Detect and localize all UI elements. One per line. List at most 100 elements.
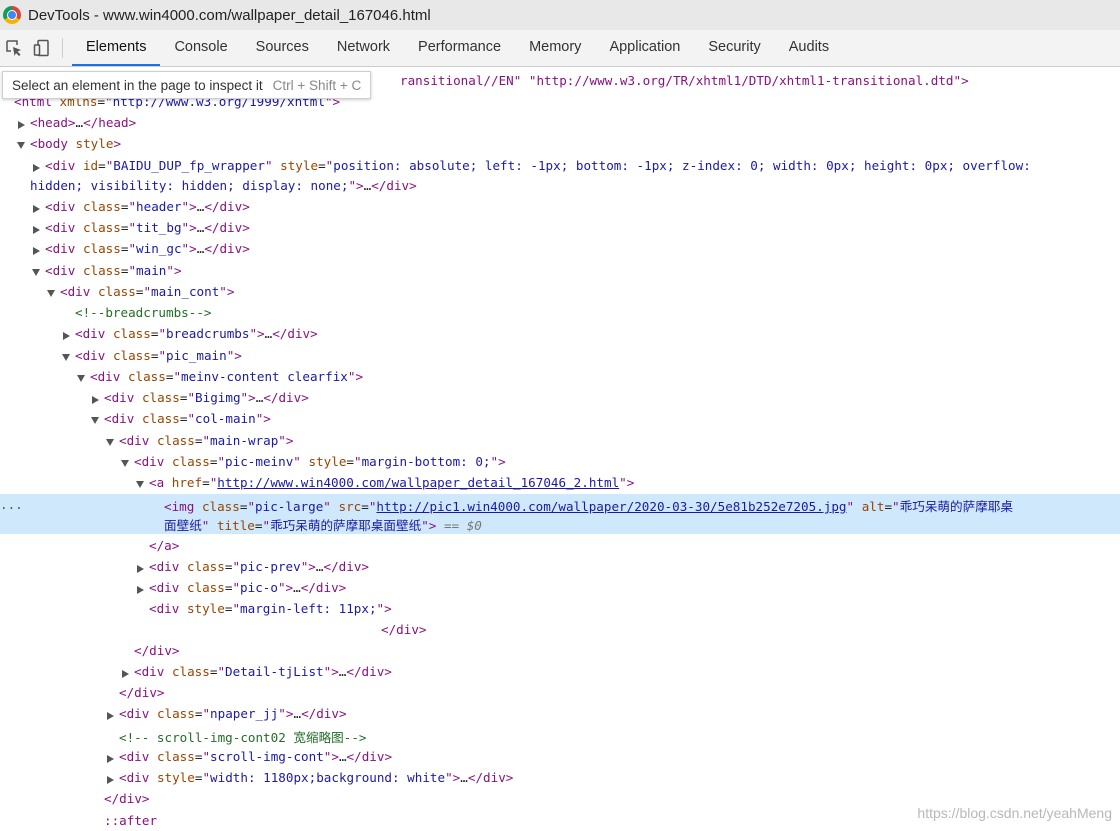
collapse-arrow-icon[interactable] (106, 439, 114, 446)
expand-arrow-icon[interactable] (33, 226, 40, 234)
fp-style-value-2: hidden; visibility: hidden; display: non… (30, 178, 349, 193)
dom-row-head[interactable]: <head>…</head> (18, 115, 1120, 130)
comment-text: <!--breadcrumbs--> (75, 305, 212, 320)
dom-row-pic-main[interactable]: <div class="pic_main"> (62, 348, 1120, 363)
tooltip-shortcut: Ctrl + Shift + C (272, 77, 362, 93)
tab-performance[interactable]: Performance (404, 30, 515, 66)
class-value: pic-large (255, 499, 324, 514)
expand-arrow-icon[interactable] (33, 164, 40, 172)
anchor-href-link[interactable]: http://www.win4000.com/wallpaper_detail_… (217, 475, 619, 490)
dom-row-meinv-content[interactable]: <div class="meinv-content clearfix"> (77, 369, 1120, 384)
expand-arrow-icon[interactable] (107, 776, 114, 784)
class-value: breadcrumbs (166, 326, 250, 341)
tab-console[interactable]: Console (160, 30, 241, 66)
dom-row-doctype[interactable]: ransitional//EN" "http://www.w3.org/TR/x… (400, 73, 1120, 88)
collapse-arrow-icon[interactable] (47, 290, 55, 297)
expand-arrow-icon[interactable] (107, 712, 114, 720)
img-alt-value-1: 乖巧呆萌的萨摩耶桌 (899, 499, 1013, 514)
class-value: tit_bg (136, 220, 182, 235)
tab-audits[interactable]: Audits (775, 30, 843, 66)
class-value: header (136, 199, 182, 214)
class-value: npaper_jj (210, 706, 279, 721)
dom-row-anchor-close[interactable]: </a> (149, 538, 1120, 553)
tab-network[interactable]: Network (323, 30, 404, 66)
dom-row-scroll-img-cont[interactable]: <div class="scroll-img-cont">…</div> (107, 749, 1120, 764)
dom-row-col-main[interactable]: <div class="col-main"> (91, 411, 1120, 426)
dom-row-comment-scroll[interactable]: <!-- scroll-img-cont02 宽缩略图--> (119, 727, 1120, 746)
expand-arrow-icon[interactable] (18, 121, 25, 129)
dom-row-main-cont[interactable]: <div class="main_cont"> (47, 284, 1120, 299)
device-toolbar-icon[interactable] (28, 30, 56, 66)
dom-row-pic-o[interactable]: <div class="pic-o">…</div> (137, 580, 1120, 595)
dom-row-anchor[interactable]: <a href="http://www.win4000.com/wallpape… (136, 475, 1120, 490)
dom-row-bigimg[interactable]: <div class="Bigimg">…</div> (92, 390, 1120, 405)
expand-arrow-icon[interactable] (137, 586, 144, 594)
collapse-arrow-icon[interactable] (62, 354, 70, 361)
node-menu-dots-icon[interactable]: ... (0, 497, 23, 512)
dom-row-tit-bg[interactable]: <div class="tit_bg">…</div> (33, 220, 1120, 235)
dom-row-main-wrap-close[interactable]: </div> (119, 685, 1120, 700)
tab-sources[interactable]: Sources (242, 30, 323, 66)
dom-row-margin-left[interactable]: <div style="margin-left: 11px;"> (149, 601, 1120, 616)
class-value: win_gc (136, 241, 182, 256)
expand-arrow-icon[interactable] (33, 247, 40, 255)
dom-row-fp-wrapper-cont[interactable]: hidden; visibility: hidden; display: non… (30, 178, 1120, 193)
inspect-tooltip: Select an element in the page to inspect… (2, 71, 372, 99)
expand-arrow-icon[interactable] (107, 755, 114, 763)
dom-row-pic-prev[interactable]: <div class="pic-prev">…</div> (137, 559, 1120, 574)
dom-row-width-bg[interactable]: <div style="width: 1180px;background: wh… (107, 770, 1120, 785)
expand-arrow-icon[interactable] (122, 670, 129, 678)
tab-security[interactable]: Security (694, 30, 774, 66)
dom-row-detail-tjlist[interactable]: <div class="Detail-tjList">…</div> (122, 664, 1120, 679)
doctype-text: ransitional//EN" "http://www.w3.org/TR/x… (400, 73, 969, 88)
tab-application[interactable]: Application (595, 30, 694, 66)
class-value: meinv-content clearfix (181, 369, 348, 384)
dom-row-img-selected[interactable]: <img class="pic-large" src="http://pic1.… (164, 496, 1120, 515)
dom-row-comment-breadcrumbs[interactable]: <!--breadcrumbs--> (75, 305, 1120, 320)
dom-tree: ... ransitional//EN" "http://www.w3.org/… (0, 70, 1120, 831)
expand-arrow-icon[interactable] (63, 332, 70, 340)
img-alt-value-2: 面壁纸 (164, 518, 202, 533)
expand-arrow-icon[interactable] (33, 205, 40, 213)
class-value: col-main (195, 411, 256, 426)
collapse-arrow-icon[interactable] (77, 375, 85, 382)
watermark: https://blog.csdn.net/yeahMeng (917, 805, 1112, 821)
dom-row-main[interactable]: <div class="main"> (32, 263, 1120, 278)
dom-row-header[interactable]: <div class="header">…</div> (33, 199, 1120, 214)
dom-row-col-main-close[interactable]: </div> (104, 791, 1120, 806)
tab-elements[interactable]: Elements (72, 30, 161, 66)
style-value: width: 1180px;background: white (210, 770, 446, 785)
expand-arrow-icon[interactable] (92, 396, 99, 404)
class-value: main_cont (151, 284, 220, 299)
class-value: main-wrap (210, 433, 279, 448)
pseudo-element-text: ::after (104, 813, 158, 828)
collapse-arrow-icon[interactable] (136, 481, 144, 488)
dom-row-win-gc[interactable]: <div class="win_gc">…</div> (33, 241, 1120, 256)
fp-id-value: BAIDU_DUP_fp_wrapper (113, 158, 265, 173)
dom-row-margin-left-close[interactable]: </div> (381, 622, 1120, 637)
tab-memory[interactable]: Memory (515, 30, 595, 66)
dom-row-pic-meinv[interactable]: <div class="pic-meinv" style="margin-bot… (121, 454, 1120, 469)
tooltip-text: Select an element in the page to inspect… (12, 77, 263, 93)
dom-row-main-wrap[interactable]: <div class="main-wrap"> (106, 433, 1120, 448)
dom-row-breadcrumbs[interactable]: <div class="breadcrumbs">…</div> (63, 326, 1120, 341)
dom-row-npaper-jj[interactable]: <div class="npaper_jj">…</div> (107, 706, 1120, 721)
style-value: margin-left: 11px; (240, 601, 377, 616)
collapse-arrow-icon[interactable] (17, 142, 25, 149)
collapse-arrow-icon[interactable] (32, 269, 40, 276)
class-value: Bigimg (195, 390, 241, 405)
img-src-link[interactable]: http://pic1.win4000.com/wallpaper/2020-0… (376, 499, 846, 514)
dom-row-img-selected-cont[interactable]: 面壁纸" title="乖巧呆萌的萨摩耶桌面壁纸"> == $0 (164, 515, 1120, 534)
collapse-arrow-icon[interactable] (121, 460, 129, 467)
dom-row-body[interactable]: <body style> (17, 136, 1120, 151)
expand-arrow-icon[interactable] (137, 565, 144, 573)
window-title: DevTools - www.win4000.com/wallpaper_det… (28, 6, 431, 24)
comment-text: <!-- scroll-img-cont02 宽缩略图--> (119, 730, 367, 745)
dom-row-pic-meinv-close[interactable]: </div> (134, 643, 1120, 658)
inspect-element-icon[interactable] (0, 30, 28, 66)
collapse-arrow-icon[interactable] (91, 417, 99, 424)
class-value: main (136, 263, 167, 278)
dom-row-fp-wrapper[interactable]: <div id="BAIDU_DUP_fp_wrapper" style="po… (33, 158, 1120, 173)
class-value: Detail-tjList (225, 664, 324, 679)
chrome-logo-icon (3, 6, 21, 24)
